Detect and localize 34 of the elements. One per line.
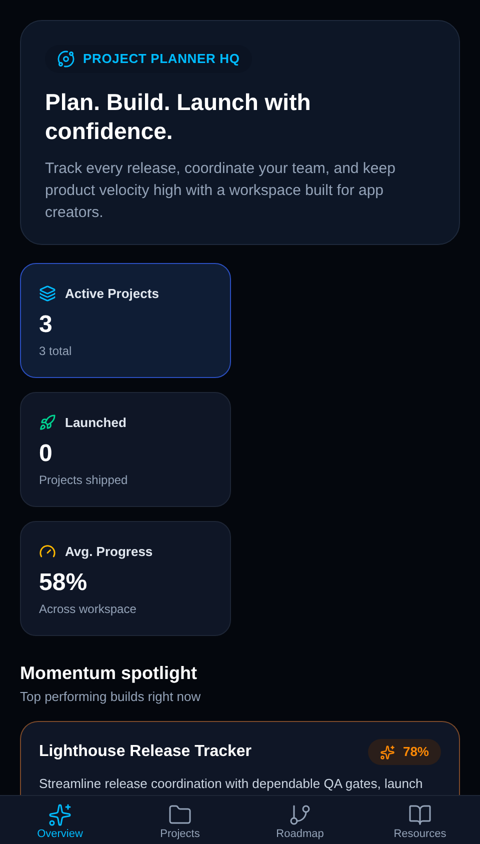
nav-tab[interactable]: Projects <box>120 796 240 844</box>
book-icon <box>408 803 432 827</box>
stat-card[interactable]: Avg. Progress 58% Across workspace <box>20 520 231 636</box>
stat-label: Launched <box>65 414 126 432</box>
project-title: Lighthouse Release Tracker <box>39 742 252 762</box>
project-card[interactable]: Lighthouse Release Tracker 78% Streamline release coordination with dependable QA gates, launch <box>20 721 460 795</box>
progress-value: 78% <box>402 743 429 762</box>
sparkles-icon <box>48 803 72 827</box>
app-name: PROJECT PLANNER HQ <box>83 50 240 68</box>
stat-label: Active Projects <box>65 284 159 303</box>
rocket-icon <box>39 414 56 431</box>
branch-icon <box>288 803 312 827</box>
stat-card[interactable]: Launched 0 Projects shipped <box>20 392 231 507</box>
nav-tab[interactable]: Overview <box>0 796 120 844</box>
layers-icon <box>39 285 56 302</box>
nav-tab[interactable]: Roadmap <box>240 796 360 844</box>
hero-subtitle: Track every release, coordinate your team, and keep product velocity high with a workspace built for app creators. <box>45 158 396 223</box>
stat-value: 3 <box>39 310 54 340</box>
stat-caption: Projects shipped <box>39 472 129 490</box>
stat-card[interactable]: Active Projects 3 3 total <box>20 262 231 378</box>
section-subtitle: Top performing builds right now <box>20 688 202 706</box>
planet-icon <box>57 50 75 68</box>
section-title: Momentum spotlight <box>20 662 198 684</box>
stat-label: Avg. Progress <box>65 542 153 561</box>
gauge-icon <box>39 543 56 560</box>
hero-title: Plan. Build. Launch with confidence. <box>45 88 312 146</box>
project-description: Streamline release coordination with dependable QA gates, launch <box>39 774 424 793</box>
sparkles-icon <box>380 744 395 760</box>
stat-caption: Across workspace <box>39 601 138 618</box>
stat-value: 58% <box>39 568 88 598</box>
nav-tab[interactable]: Resources <box>360 796 480 844</box>
stat-value: 0 <box>39 439 54 470</box>
stat-caption: 3 total <box>39 343 73 360</box>
folder-icon <box>168 803 192 827</box>
